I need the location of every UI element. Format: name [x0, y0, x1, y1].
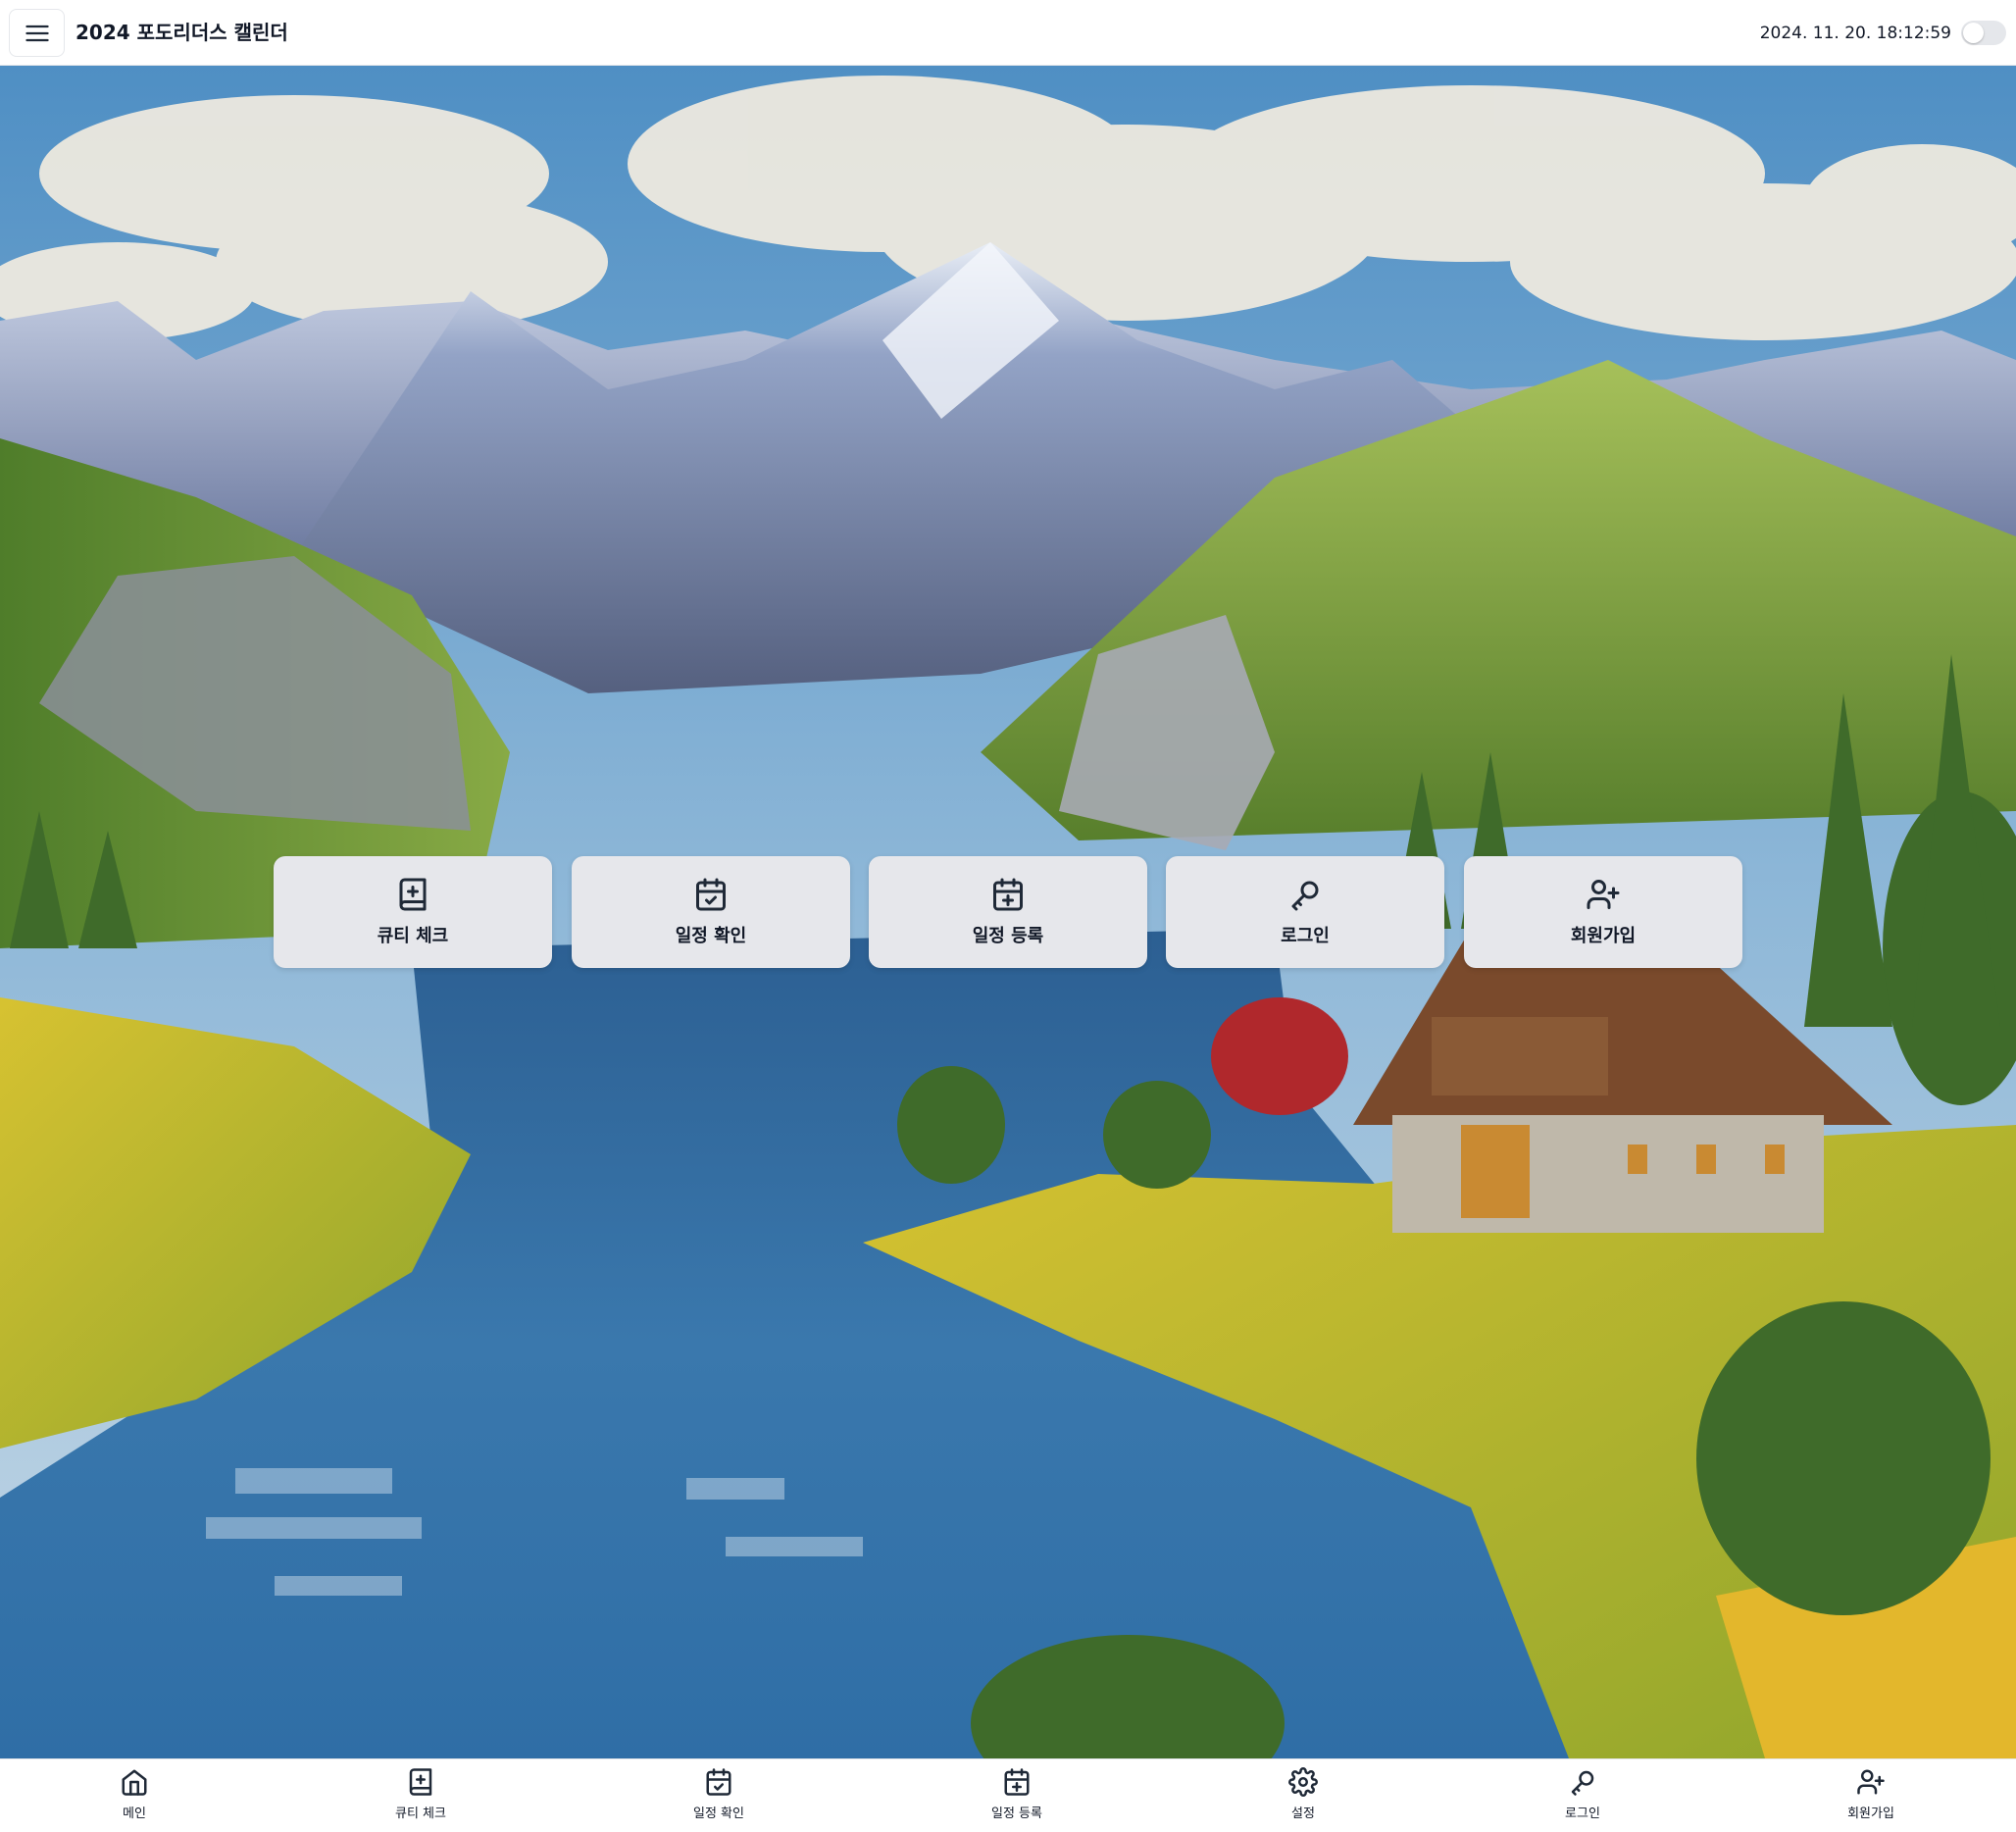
nav-label: 일정 등록: [991, 1807, 1042, 1821]
tile-label: 일정 확인: [675, 926, 747, 946]
tile-login[interactable]: 로그인: [1166, 856, 1444, 968]
hamburger-menu-icon: [25, 25, 49, 41]
nav-label: 로그인: [1565, 1807, 1600, 1821]
bottom-navigation: 메인 큐티 체크 일정 확인 일정 등록 설정 로그인 회원가입: [0, 1758, 2016, 1832]
user-plus-icon: [1587, 880, 1620, 909]
home-icon: [122, 1769, 147, 1796]
tile-quiet-time-check[interactable]: 큐티 체크: [274, 856, 552, 968]
app-title: 2024 포도리더스 캘린더: [76, 21, 288, 44]
tile-label: 로그인: [1281, 926, 1330, 946]
nav-item-register-schedule[interactable]: 일정 등록: [948, 1767, 1085, 1828]
tile-label: 일정 등록: [972, 926, 1044, 946]
tile-register-schedule[interactable]: 일정 등록: [869, 856, 1147, 968]
calendar-check-icon: [696, 878, 726, 911]
nav-item-sign-up[interactable]: 회원가입: [1802, 1767, 1940, 1828]
key-icon: [1291, 881, 1319, 911]
gear-icon: [1288, 1767, 1318, 1797]
dark-mode-toggle[interactable]: [1961, 21, 2006, 45]
tile-label: 회원가입: [1570, 926, 1637, 946]
tile-label: 큐티 체크: [377, 926, 449, 946]
top-app-bar: 2024 포도리더스 캘린더 2024. 11. 20. 18:12:59: [0, 0, 2016, 66]
book-plus-icon: [409, 1768, 432, 1796]
nav-item-quiet-time-check[interactable]: 큐티 체크: [352, 1767, 489, 1828]
user-plus-icon: [1857, 1769, 1885, 1795]
current-datetime: 2024. 11. 20. 18:12:59: [1759, 24, 1951, 43]
calendar-plus-icon: [1004, 1768, 1030, 1796]
toggle-knob: [1963, 23, 1984, 43]
tile-view-schedule[interactable]: 일정 확인: [572, 856, 850, 968]
calendar-plus-icon: [993, 878, 1023, 911]
nav-item-main[interactable]: 메인: [66, 1767, 203, 1828]
nav-label: 메인: [123, 1807, 146, 1821]
nav-label: 회원가입: [1847, 1807, 1894, 1821]
nav-item-view-schedule[interactable]: 일정 확인: [650, 1767, 787, 1828]
book-plus-icon: [399, 878, 427, 911]
key-icon: [1571, 1770, 1594, 1796]
nav-item-login[interactable]: 로그인: [1514, 1767, 1651, 1828]
nav-label: 설정: [1291, 1807, 1315, 1821]
nav-item-settings[interactable]: 설정: [1235, 1767, 1372, 1828]
nav-label: 일정 확인: [693, 1807, 744, 1821]
tile-sign-up[interactable]: 회원가입: [1464, 856, 1742, 968]
menu-button[interactable]: [9, 9, 65, 57]
calendar-check-icon: [706, 1768, 731, 1796]
nav-label: 큐티 체크: [395, 1807, 446, 1821]
